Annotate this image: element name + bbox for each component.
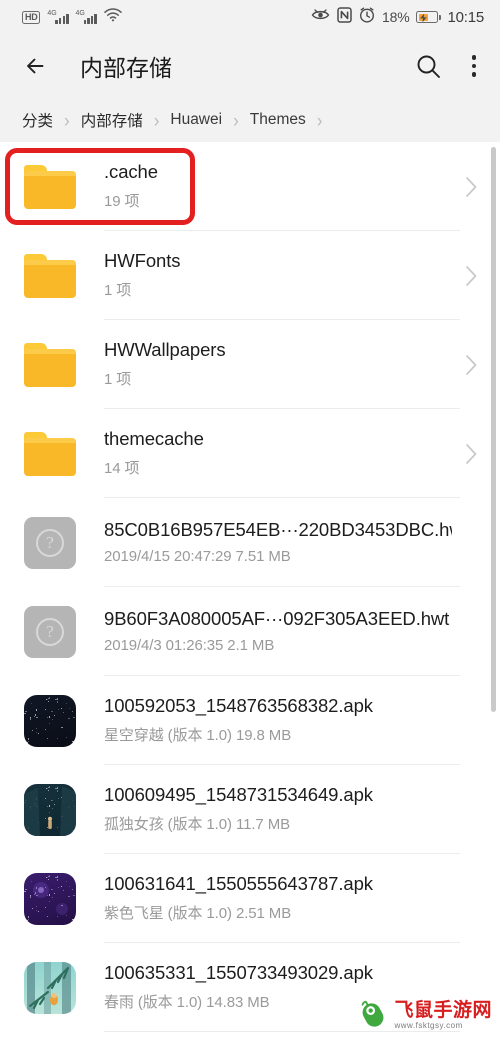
app-bar: 内部存储: [0, 34, 500, 98]
search-icon[interactable]: [415, 53, 442, 80]
list-item-subtitle: 14 项: [104, 460, 140, 477]
chevron-right-icon[interactable]: [460, 265, 482, 287]
list-item-subtitle: 1 项: [104, 371, 132, 388]
clock-label: 10:15: [447, 8, 484, 26]
list-item[interactable]: HWWallpapers 1 项: [0, 320, 500, 409]
list-item-title: themecache: [104, 428, 204, 449]
list-item-subtitle: 19 项: [104, 193, 140, 210]
breadcrumb-item-3[interactable]: Themes: [250, 111, 306, 129]
scrollbar[interactable]: [491, 147, 496, 712]
list-item-title: 100609495_1548731534649.apk: [104, 784, 373, 805]
apk-thumbnail-icon: [24, 961, 76, 1014]
list-item-thumbnail: ?: [18, 516, 82, 569]
hd-icon: HD: [22, 10, 41, 24]
list-item-title: HWFonts: [104, 250, 181, 271]
list-item-subtitle: 1 项: [104, 282, 132, 299]
folder-icon: [24, 342, 76, 387]
list-item-title: 100592053_1548763568382.apk: [104, 695, 373, 716]
list-item-subtitle: 孤独女孩 (版本 1.0) 11.7 MB: [104, 816, 290, 833]
chevron-right-icon[interactable]: [460, 176, 482, 198]
list-item-title: 85C0B16B957E54EB···220BD3453DBC.hwt: [104, 519, 452, 540]
list-item-title: HWWallpapers: [104, 339, 226, 360]
network-type-label-2: 4G: [75, 9, 85, 17]
breadcrumb-item-0[interactable]: 分类: [22, 109, 53, 131]
unknown-file-icon: ?: [24, 516, 76, 569]
list-item-title: 100635331_1550733493029.apk: [104, 962, 373, 983]
list-item-text: 100609495_1548731534649.apk 孤独女孩 (版本 1.0)…: [104, 765, 460, 854]
list-item-title: 100631641_1550555643787.apk: [104, 873, 373, 894]
list-item-text: 85C0B16B957E54EB···220BD3453DBC.hwt 2019/…: [104, 498, 460, 587]
list-item-text: HWWallpapers 1 项: [104, 320, 460, 409]
breadcrumb-separator: ›: [316, 109, 323, 131]
list-item-subtitle: 春雨 (版本 1.0) 14.83 MB: [104, 994, 270, 1011]
folder-icon: [24, 431, 76, 476]
list-item-subtitle: 星空穿越 (版本 1.0) 19.8 MB: [104, 727, 292, 744]
more-options-icon[interactable]: [466, 51, 483, 81]
list-item-text: .cache 19 项: [104, 142, 460, 231]
list-item-thumbnail: [18, 961, 82, 1014]
list-item-text: 100631641_1550555643787.apk 紫色飞星 (版本 1.0)…: [104, 854, 460, 943]
list-item-thumbnail: [18, 783, 82, 836]
network-type-label-1: 4G: [47, 9, 57, 17]
alarm-clock-icon: [359, 7, 375, 27]
list-item-subtitle: 2019/4/3 01:26:35 2.1 MB: [104, 637, 275, 654]
breadcrumb-item-1[interactable]: 内部存储: [81, 109, 143, 131]
page-title: 内部存储: [80, 55, 172, 81]
folder-icon: [24, 253, 76, 298]
list-item[interactable]: 100631641_1550555643787.apk 紫色飞星 (版本 1.0)…: [0, 854, 500, 943]
list-item[interactable]: 100592053_1548763568382.apk 星空穿越 (版本 1.0)…: [0, 676, 500, 765]
list-item-text: 100592053_1548763568382.apk 星空穿越 (版本 1.0)…: [104, 676, 460, 765]
list-item-title: .cache: [104, 161, 158, 182]
list-item-thumbnail: [18, 253, 82, 298]
list-item-text: HWFonts 1 项: [104, 231, 460, 320]
list-item-thumbnail: ?: [18, 605, 82, 658]
status-bar-left: HD 4G 4G: [22, 8, 122, 26]
app-bar-actions: [415, 51, 483, 81]
unknown-file-icon: ?: [24, 605, 76, 658]
list-item[interactable]: themecache 14 项: [0, 409, 500, 498]
apk-thumbnail-icon: [24, 872, 76, 925]
chevron-right-icon[interactable]: [460, 354, 482, 376]
chevron-right-icon[interactable]: [460, 443, 482, 465]
wifi-icon: [103, 8, 122, 26]
file-list[interactable]: .cache 19 项 HWFonts 1 项 HWWallpapers 1 项 theme…: [0, 142, 500, 1039]
breadcrumb-separator: ›: [153, 109, 160, 131]
list-item[interactable]: .cache 19 项: [0, 142, 500, 231]
list-item[interactable]: HWFonts 1 项: [0, 231, 500, 320]
breadcrumb-separator: ›: [233, 109, 239, 131]
breadcrumb-item-2[interactable]: Huawei: [170, 111, 222, 129]
breadcrumb-separator: ›: [64, 109, 70, 131]
list-item[interactable]: 100609495_1548731534649.apk 孤独女孩 (版本 1.0)…: [0, 765, 500, 854]
list-item-text: 100635331_1550733493029.apk 春雨 (版本 1.0) 1…: [104, 943, 460, 1032]
list-item-title: 9B60F3A080005AF···092F305A3EED.hwt: [104, 608, 450, 629]
list-item-subtitle: 紫色飞星 (版本 1.0) 2.51 MB: [104, 905, 292, 922]
list-item-thumbnail: [18, 872, 82, 925]
list-item-subtitle: 2019/4/15 20:47:29 7.51 MB: [104, 548, 291, 565]
apk-thumbnail-icon: [24, 694, 76, 747]
battery-charging-icon: [416, 11, 442, 23]
back-arrow-icon[interactable]: [22, 51, 52, 81]
signal-strength-icon-1: 4G: [47, 9, 69, 24]
status-bar-right: 18% 10:15: [311, 7, 484, 27]
list-item-thumbnail: [18, 694, 82, 747]
list-item-text: 9B60F3A080005AF···092F305A3EED.hwt 2019/4…: [104, 587, 460, 676]
apk-thumbnail-icon: [24, 783, 76, 836]
signal-strength-icon-2: 4G: [75, 9, 97, 24]
list-item[interactable]: 100635331_1550733493029.apk 春雨 (版本 1.0) 1…: [0, 943, 500, 1032]
list-item-thumbnail: [18, 342, 82, 387]
list-item-thumbnail: [18, 431, 82, 476]
list-item[interactable]: ? 85C0B16B957E54EB···220BD3453DBC.hwt 2019…: [0, 498, 500, 587]
nfc-icon: [337, 7, 352, 27]
eye-comfort-icon: [311, 8, 330, 26]
list-item[interactable]: ? 9B60F3A080005AF···092F305A3EED.hwt 2019/…: [0, 587, 500, 676]
list-item-thumbnail: [18, 164, 82, 209]
list-item-text: themecache 14 项: [104, 409, 460, 498]
battery-percent-label: 18%: [382, 9, 410, 25]
breadcrumb: 分类 › 内部存储 › Huawei › Themes ›: [0, 98, 500, 142]
folder-icon: [24, 164, 76, 209]
status-bar: HD 4G 4G 18% 10:15: [0, 0, 500, 34]
